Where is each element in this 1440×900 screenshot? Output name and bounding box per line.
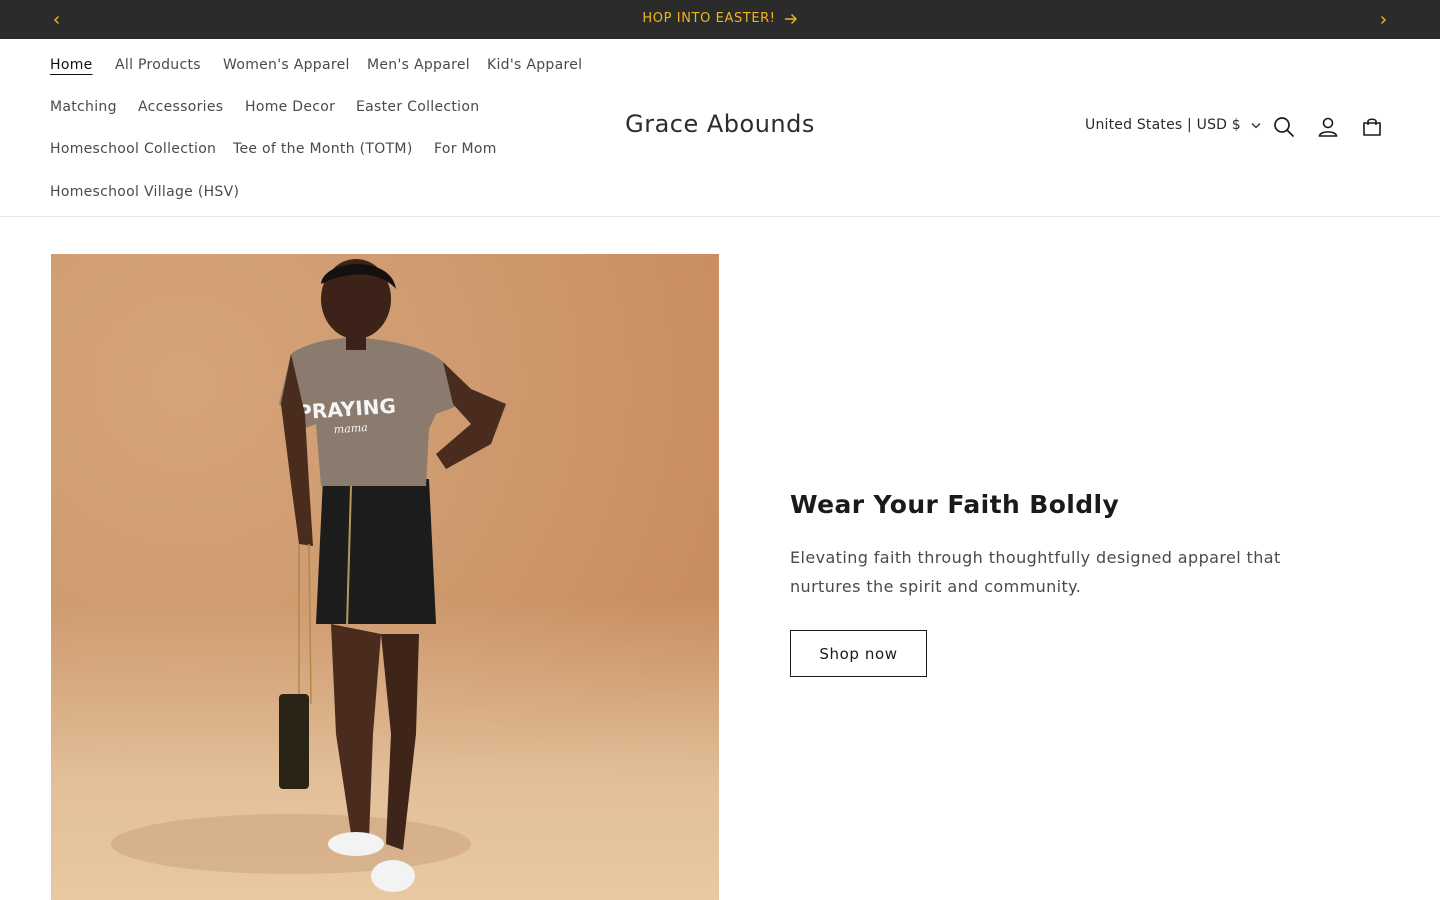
nav-for-mom[interactable]: For Mom: [434, 140, 497, 158]
nav-all-products[interactable]: All Products: [115, 56, 201, 74]
shop-now-button[interactable]: Shop now: [790, 630, 927, 677]
nav-matching[interactable]: Matching: [50, 98, 117, 116]
search-button[interactable]: [1270, 113, 1298, 141]
chevron-right-icon: [1381, 15, 1386, 24]
nav-home[interactable]: Home: [50, 56, 93, 74]
announcement-text: HOP INTO EASTER!: [642, 11, 776, 26]
nav-home-decor[interactable]: Home Decor: [245, 98, 335, 116]
nav-homeschool-village[interactable]: Homeschool Village (HSV): [50, 183, 239, 201]
chevron-down-icon: [1251, 122, 1261, 128]
country-selector[interactable]: United States | USD $: [1085, 117, 1261, 133]
cart-button[interactable]: [1358, 113, 1386, 141]
shirt-text-mama: mama: [333, 421, 368, 436]
nav-tee-of-the-month[interactable]: Tee of the Month (TOTM): [233, 140, 413, 158]
country-selector-label: United States | USD $: [1085, 117, 1241, 133]
model-illustration: PRAYING mama: [111, 259, 506, 892]
nav-kids-apparel[interactable]: Kid's Apparel: [487, 56, 582, 74]
nav-mens-apparel[interactable]: Men's Apparel: [367, 56, 470, 74]
brand-logo[interactable]: Grace Abounds: [560, 110, 880, 138]
arrow-right-icon: [784, 13, 797, 24]
hero-description: Elevating faith through thoughtfully des…: [790, 548, 1281, 596]
announcement-bar: HOP INTO EASTER!: [0, 0, 1440, 39]
announcement-link[interactable]: HOP INTO EASTER!: [0, 0, 1440, 37]
announcement-next-button[interactable]: [1363, 0, 1403, 39]
account-icon: [1318, 117, 1338, 137]
hero-heading: Wear Your Faith Boldly: [790, 490, 1120, 519]
nav-homeschool-collection[interactable]: Homeschool Collection: [50, 140, 216, 158]
account-button[interactable]: [1314, 113, 1342, 141]
site-header: Home All Products Women's Apparel Men's …: [0, 39, 1440, 217]
nav-easter-collection[interactable]: Easter Collection: [356, 98, 479, 116]
nav-womens-apparel[interactable]: Women's Apparel: [223, 56, 350, 74]
hero-image: PRAYING mama: [51, 254, 719, 900]
cart-icon: [1363, 118, 1381, 136]
search-icon: [1274, 117, 1295, 138]
nav-accessories[interactable]: Accessories: [138, 98, 223, 116]
